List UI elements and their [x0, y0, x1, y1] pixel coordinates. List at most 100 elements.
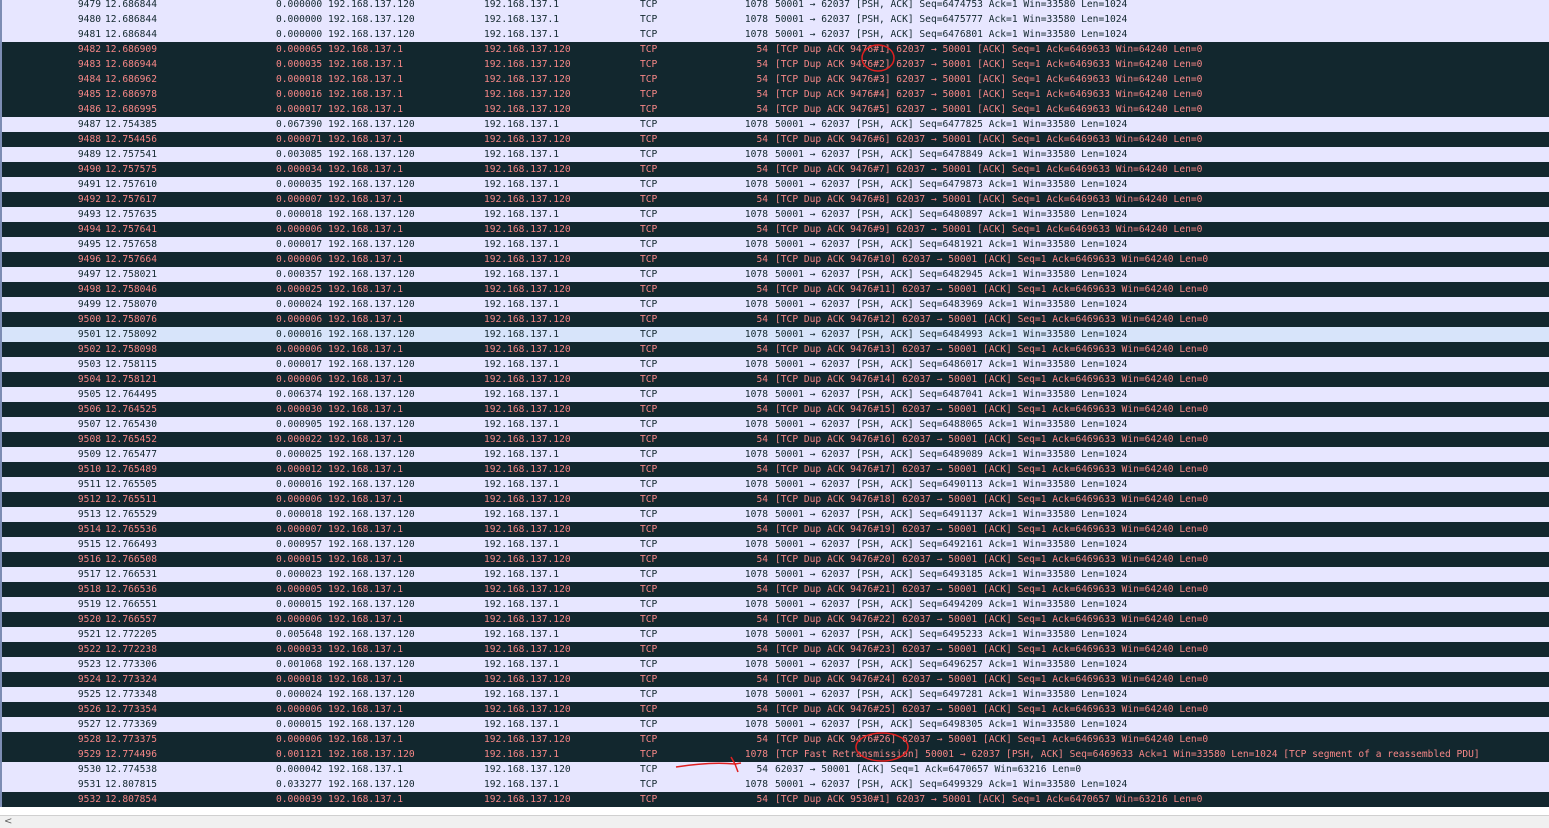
packet-row[interactable]: 9519 12.766551 0.000015 192.168.137.120 192… — [0, 597, 1549, 612]
packet-no: 9508 — [77, 434, 101, 445]
packet-delta-source: 0.000025 192.168.137.120 — [276, 449, 415, 460]
packet-info: 50001 → 62037 [PSH, ACK] Seq=6481921 Ack… — [775, 239, 1128, 250]
packet-row[interactable]: 9506 12.764525 0.000030 192.168.137.1 192.1… — [0, 402, 1549, 417]
packet-info: 50001 → 62037 [PSH, ACK] Seq=6483969 Ack… — [775, 299, 1128, 310]
packet-row[interactable]: 9508 12.765452 0.000022 192.168.137.1 192.1… — [0, 432, 1549, 447]
packet-row[interactable]: 9481 12.686844 0.000000 192.168.137.120 192… — [0, 27, 1549, 42]
packet-row[interactable]: 9496 12.757664 0.000006 192.168.137.1 192.1… — [0, 252, 1549, 267]
packet-row[interactable]: 9484 12.686962 0.000018 192.168.137.1 192.1… — [0, 72, 1549, 87]
packet-row[interactable]: 9516 12.766508 0.000015 192.168.137.1 192.1… — [0, 552, 1549, 567]
packet-delta-source: 0.000015 192.168.137.1 — [276, 554, 404, 565]
packet-row[interactable]: 9514 12.765536 0.000007 192.168.137.1 192.1… — [0, 522, 1549, 537]
packet-row[interactable]: 9485 12.686978 0.000016 192.168.137.1 192.1… — [0, 87, 1549, 102]
packet-row[interactable]: 9527 12.773369 0.000015 192.168.137.120 192… — [0, 717, 1549, 732]
packet-row[interactable]: 9479 12.686844 0.000000 192.168.137.120 192… — [0, 0, 1549, 12]
packet-time: 12.774496 — [105, 749, 157, 760]
packet-protocol: TCP — [640, 779, 658, 790]
packet-row[interactable]: 9495 12.757658 0.000017 192.168.137.120 192… — [0, 237, 1549, 252]
packet-info: 50001 → 62037 [PSH, ACK] Seq=6475777 Ack… — [775, 14, 1128, 25]
packet-time: 12.758076 — [105, 314, 157, 325]
packet-time: 12.754385 — [105, 119, 157, 130]
packet-row[interactable]: 9523 12.773306 0.001068 192.168.137.120 192… — [0, 657, 1549, 672]
packet-row[interactable]: 9487 12.754385 0.067390 192.168.137.120 192… — [0, 117, 1549, 132]
packet-protocol: TCP — [640, 119, 658, 130]
packet-time: 12.765505 — [105, 479, 157, 490]
packet-row[interactable]: 9520 12.766557 0.000006 192.168.137.1 192.1… — [0, 612, 1549, 627]
packet-row[interactable]: 9521 12.772205 0.005648 192.168.137.120 192… — [0, 627, 1549, 642]
packet-time: 12.757617 — [105, 194, 157, 205]
packet-row[interactable]: 9502 12.758098 0.000006 192.168.137.1 192.1… — [0, 342, 1549, 357]
packet-destination: 192.168.137.120 — [484, 164, 571, 175]
packet-no: 9519 — [77, 599, 101, 610]
packet-row[interactable]: 9501 12.758092 0.000016 192.168.137.120 192… — [0, 327, 1549, 342]
packet-row[interactable]: 9531 12.807815 0.033277 192.168.137.120 192… — [0, 777, 1549, 792]
packet-delta-source: 0.000017 192.168.137.120 — [276, 239, 415, 250]
packet-protocol: TCP — [640, 749, 658, 760]
packet-row[interactable]: 9497 12.758021 0.000357 192.168.137.120 192… — [0, 267, 1549, 282]
packet-delta-source: 0.001121 192.168.137.120 — [276, 749, 415, 760]
packet-no: 9495 — [77, 239, 101, 250]
packet-row[interactable]: 9507 12.765430 0.000905 192.168.137.120 192… — [0, 417, 1549, 432]
packet-row[interactable]: 9529 12.774496 0.001121 192.168.137.120 192… — [0, 747, 1549, 762]
packet-destination: 192.168.137.1 — [484, 719, 560, 730]
packet-row[interactable]: 9488 12.754456 0.000071 192.168.137.1 192.1… — [0, 132, 1549, 147]
packet-length: 54 — [756, 644, 768, 655]
packet-row[interactable]: 9489 12.757541 0.003085 192.168.137.120 192… — [0, 147, 1549, 162]
packet-protocol: TCP — [640, 284, 658, 295]
packet-row[interactable]: 9499 12.758070 0.000024 192.168.137.120 192… — [0, 297, 1549, 312]
packet-row[interactable]: 9492 12.757617 0.000007 192.168.137.1 192.1… — [0, 192, 1549, 207]
packet-time: 12.773369 — [105, 719, 157, 730]
packet-row[interactable]: 9503 12.758115 0.000017 192.168.137.120 192… — [0, 357, 1549, 372]
packet-row[interactable]: 9528 12.773375 0.000006 192.168.137.1 192.1… — [0, 732, 1549, 747]
packet-destination: 192.168.137.120 — [484, 764, 571, 775]
packet-row[interactable]: 9500 12.758076 0.000006 192.168.137.1 192.1… — [0, 312, 1549, 327]
packet-row[interactable]: 9512 12.765511 0.000006 192.168.137.1 192.1… — [0, 492, 1549, 507]
packet-row[interactable]: 9517 12.766531 0.000023 192.168.137.120 192… — [0, 567, 1549, 582]
packet-length: 54 — [756, 554, 768, 565]
packet-delta-source: 0.000042 192.168.137.1 — [276, 764, 404, 775]
packet-row[interactable]: 9493 12.757635 0.000018 192.168.137.120 192… — [0, 207, 1549, 222]
packet-destination: 192.168.137.120 — [484, 59, 571, 70]
packet-row[interactable]: 9486 12.686995 0.000017 192.168.137.1 192.1… — [0, 102, 1549, 117]
packet-row[interactable]: 9483 12.686944 0.000035 192.168.137.1 192.1… — [0, 57, 1549, 72]
packet-row[interactable]: 9510 12.765489 0.000012 192.168.137.1 192.1… — [0, 462, 1549, 477]
packet-row[interactable]: 9509 12.765477 0.000025 192.168.137.120 192… — [0, 447, 1549, 462]
packet-row[interactable]: 9491 12.757610 0.000035 192.168.137.120 192… — [0, 177, 1549, 192]
packet-destination: 192.168.137.1 — [484, 569, 560, 580]
packet-row[interactable]: 9524 12.773324 0.000018 192.168.137.1 192.1… — [0, 672, 1549, 687]
packet-delta-source: 0.000957 192.168.137.120 — [276, 539, 415, 550]
packet-row[interactable]: 9515 12.766493 0.000957 192.168.137.120 192… — [0, 537, 1549, 552]
packet-row[interactable]: 9525 12.773348 0.000024 192.168.137.120 192… — [0, 687, 1549, 702]
packet-row[interactable]: 9511 12.765505 0.000016 192.168.137.120 192… — [0, 477, 1549, 492]
packet-row[interactable]: 9504 12.758121 0.000006 192.168.137.1 192.1… — [0, 372, 1549, 387]
packet-time: 12.757635 — [105, 209, 157, 220]
packet-row[interactable]: 9480 12.686844 0.000000 192.168.137.120 192… — [0, 12, 1549, 27]
packet-row[interactable]: 9522 12.772238 0.000033 192.168.137.1 192.1… — [0, 642, 1549, 657]
packet-info: 50001 → 62037 [PSH, ACK] Seq=6490113 Ack… — [775, 479, 1128, 490]
packet-row[interactable]: 9490 12.757575 0.000034 192.168.137.1 192.1… — [0, 162, 1549, 177]
packet-protocol: TCP — [640, 674, 658, 685]
packet-row[interactable]: 9526 12.773354 0.000006 192.168.137.1 192.1… — [0, 702, 1549, 717]
packet-protocol: TCP — [640, 359, 658, 370]
packet-protocol: TCP — [640, 254, 658, 265]
packet-row[interactable]: 9518 12.766536 0.000005 192.168.137.1 192.1… — [0, 582, 1549, 597]
packet-row[interactable]: 9482 12.686909 0.000065 192.168.137.1 192.1… — [0, 42, 1549, 57]
packet-length: 54 — [756, 104, 768, 115]
packet-row[interactable]: 9498 12.758046 0.000025 192.168.137.1 192.1… — [0, 282, 1549, 297]
horizontal-scrollbar[interactable]: < — [0, 815, 1549, 828]
packet-info: 50001 → 62037 [PSH, ACK] Seq=6479873 Ack… — [775, 179, 1128, 190]
packet-protocol: TCP — [640, 269, 658, 280]
packet-info: 50001 → 62037 [PSH, ACK] Seq=6487041 Ack… — [775, 389, 1128, 400]
packet-time: 12.686978 — [105, 89, 157, 100]
packet-delta-source: 0.000012 192.168.137.1 — [276, 464, 404, 475]
packet-list[interactable]: 9479 12.686844 0.000000 192.168.137.120 192… — [0, 0, 1549, 807]
packet-row[interactable]: 9494 12.757641 0.000006 192.168.137.1 192.1… — [0, 222, 1549, 237]
packet-destination: 192.168.137.120 — [484, 554, 571, 565]
packet-row[interactable]: 9505 12.764495 0.006374 192.168.137.120 192… — [0, 387, 1549, 402]
packet-row[interactable]: 9530 12.774538 0.000042 192.168.137.1 192.1… — [0, 762, 1549, 777]
packet-row[interactable]: 9532 12.807854 0.000039 192.168.137.1 192.1… — [0, 792, 1549, 807]
scroll-left-arrow-icon[interactable]: < — [4, 816, 12, 828]
packet-row[interactable]: 9513 12.765529 0.000018 192.168.137.120 192… — [0, 507, 1549, 522]
packet-length: 1078 — [744, 179, 768, 190]
packet-delta-source: 0.000017 192.168.137.120 — [276, 359, 415, 370]
